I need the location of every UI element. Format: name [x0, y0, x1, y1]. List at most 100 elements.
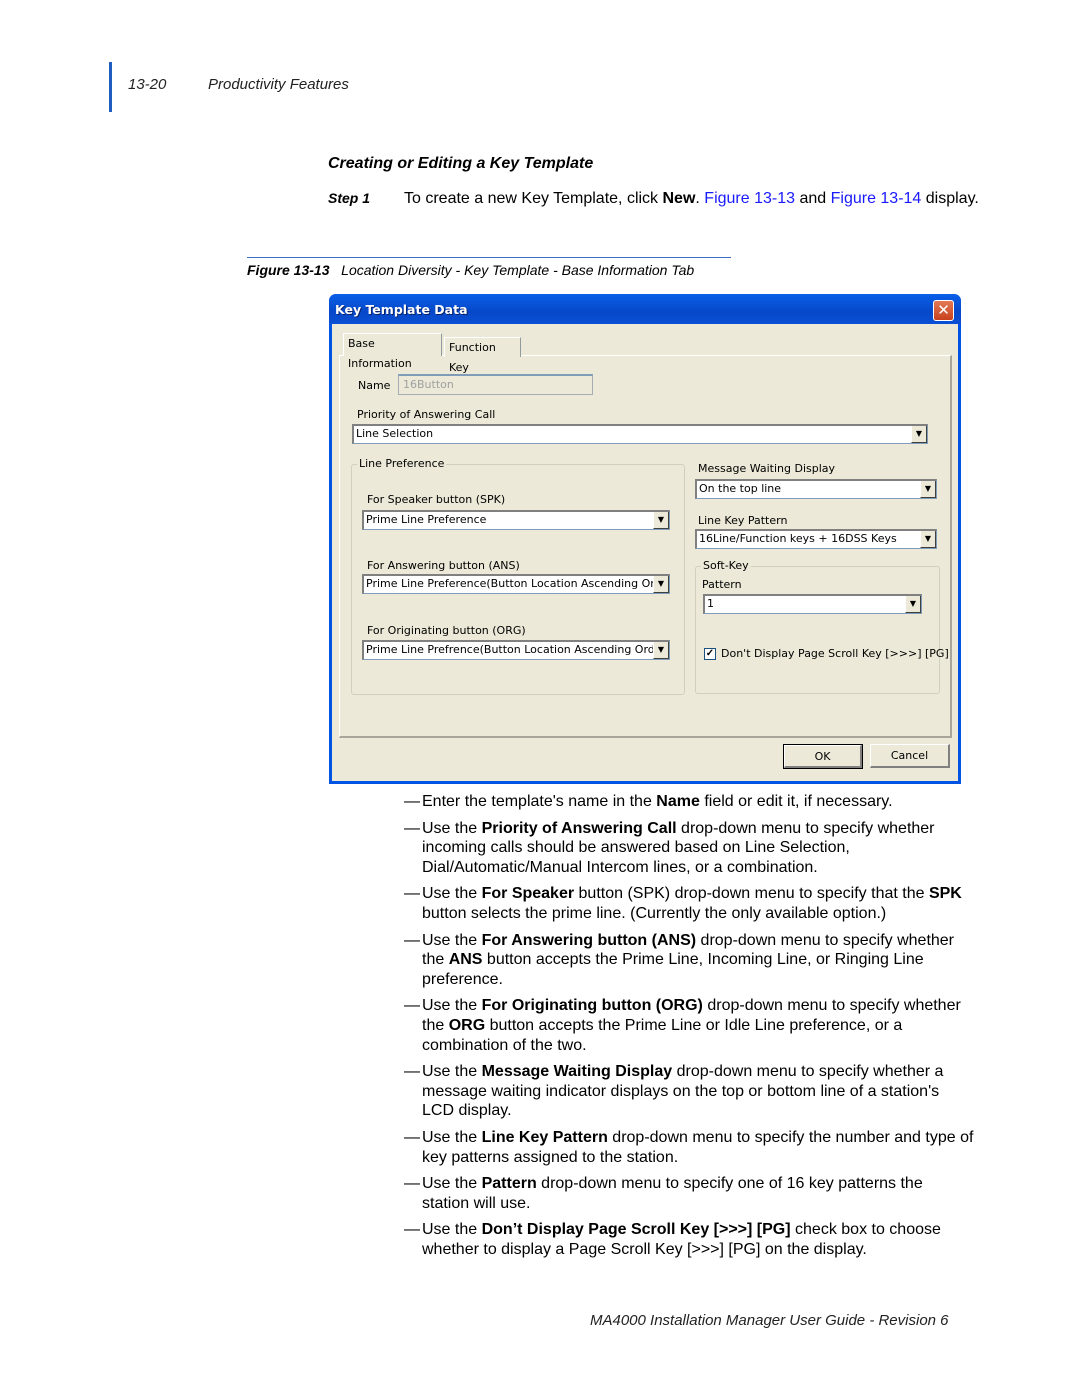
list-text: Enter the template's name in the	[422, 793, 657, 810]
spk-value: Prime Line Preference	[366, 513, 487, 526]
bold-term: ANS	[448, 951, 483, 969]
list-item: — Use the For Answering button (ANS) drop…	[404, 931, 974, 990]
list-text: Use the	[422, 1221, 482, 1239]
list-item: — Use the Don’t Display Page Scroll Key […	[404, 1220, 974, 1259]
line-preference-legend: Line Preference	[357, 457, 447, 470]
name-label: Name	[358, 379, 391, 392]
chevron-down-icon[interactable]: ▼	[653, 512, 669, 529]
dash-marker: —	[404, 819, 420, 837]
dash-marker: —	[404, 1221, 420, 1239]
chevron-down-icon[interactable]: ▼	[905, 596, 921, 613]
bold-term: Name	[656, 793, 700, 810]
dash-marker: —	[404, 997, 420, 1015]
list-text: button accepts the Prime Line, Incoming …	[422, 951, 924, 988]
key-template-dialog: Key Template Data ✕ Base Information Fun…	[329, 294, 961, 784]
step-text-part: To create a new Key Template, click	[404, 190, 663, 207]
line-key-pattern-dropdown[interactable]: 16Line/Function keys + 16DSS Keys ▼	[695, 529, 937, 549]
org-label: For Originating button (ORG)	[367, 624, 526, 637]
figure-caption: Figure 13-13 Location Diversity - Key Te…	[247, 262, 694, 278]
list-item: — Use the For Originating button (ORG) dr…	[404, 996, 974, 1055]
figure-rule	[247, 257, 731, 258]
priority-value: Line Selection	[356, 427, 434, 440]
chevron-down-icon[interactable]: ▼	[911, 426, 927, 443]
bold-term: For Originating button (ORG)	[481, 997, 703, 1015]
scroll-key-checkbox-label: Don't Display Page Scroll Key [>>>] [PG]	[721, 647, 949, 660]
list-text: button selects the prime line. (Currentl…	[422, 904, 887, 922]
dash-marker: —	[404, 793, 420, 810]
figure-label: Figure 13-13	[247, 262, 330, 278]
list-item: — Use the Pattern drop-down menu to speci…	[404, 1174, 974, 1213]
list-text: Use the	[422, 885, 482, 903]
list-text: Use the	[422, 931, 482, 949]
bold-term: For Answering button (ANS)	[481, 931, 697, 949]
page-number: 13-20	[128, 76, 167, 93]
scroll-key-checkbox[interactable]: ✓	[704, 648, 716, 660]
list-text: Use the	[422, 819, 482, 837]
instruction-list: — Enter the template's name in the Name f…	[404, 792, 974, 1266]
pattern-dropdown[interactable]: 1 ▼	[703, 594, 922, 614]
step-text: To create a new Key Template, click New.…	[404, 188, 979, 209]
step-label: Step 1	[328, 190, 371, 206]
ans-value: Prime Line Preference(Button Location As…	[366, 577, 670, 590]
spk-dropdown[interactable]: Prime Line Preference ▼	[362, 510, 670, 530]
footer-text: MA4000 Installation Manager User Guide -…	[590, 1312, 949, 1329]
line-key-pattern-label: Line Key Pattern	[698, 514, 788, 527]
bold-term: Pattern	[481, 1175, 537, 1193]
list-text: button accepts the Prime Line or Idle Li…	[422, 1016, 903, 1054]
tab-base-information[interactable]: Base Information	[343, 333, 442, 370]
list-item: — Use the Line Key Pattern drop-down menu…	[404, 1128, 974, 1167]
figure-13-13-link[interactable]: Figure 13-13	[704, 190, 795, 207]
margin-bar	[109, 62, 112, 112]
list-item: — Use the For Speaker button (SPK) drop-d…	[404, 884, 974, 923]
name-field[interactable]: 16Button	[398, 374, 593, 395]
pattern-label: Pattern	[702, 578, 742, 591]
step-text-part: .	[695, 190, 705, 207]
soft-key-legend: Soft-Key	[701, 559, 751, 572]
bold-term: For Speaker	[481, 885, 575, 903]
dash-marker: —	[404, 1063, 420, 1081]
message-waiting-dropdown[interactable]: On the top line ▼	[695, 479, 937, 499]
message-waiting-value: On the top line	[699, 482, 782, 495]
pattern-value: 1	[707, 597, 714, 610]
list-text: Use the	[422, 1175, 482, 1193]
ok-button[interactable]: OK	[783, 744, 863, 769]
line-key-pattern-value: 16Line/Function keys + 16DSS Keys	[699, 532, 897, 545]
figure-13-14-link[interactable]: Figure 13-14	[831, 190, 922, 207]
ans-dropdown[interactable]: Prime Line Preference(Button Location As…	[362, 574, 670, 594]
org-dropdown[interactable]: Prime Line Prefrence(Button Location Asc…	[362, 640, 670, 660]
dash-marker: —	[404, 1175, 420, 1193]
new-keyword: New	[662, 190, 696, 207]
chevron-down-icon[interactable]: ▼	[653, 642, 669, 659]
chapter-title: Productivity Features	[208, 76, 349, 93]
bold-term: ORG	[448, 1016, 486, 1034]
cancel-button[interactable]: Cancel	[870, 744, 950, 768]
dialog-body: Base Information Function Key Name 16But…	[332, 324, 958, 781]
list-text: Use the	[422, 997, 482, 1015]
dash-marker: —	[404, 1128, 420, 1146]
list-text: field or edit it, if necessary.	[699, 793, 893, 810]
dialog-title-bar[interactable]: Key Template Data ✕	[329, 294, 961, 324]
dash-marker: —	[404, 931, 420, 949]
spk-label: For Speaker button (SPK)	[367, 493, 506, 506]
chevron-down-icon[interactable]: ▼	[920, 531, 936, 548]
list-item: — Use the Priority of Answering Call drop…	[404, 819, 974, 878]
priority-dropdown[interactable]: Line Selection ▼	[352, 424, 928, 444]
list-text: button (SPK) drop-down menu to specify t…	[574, 885, 929, 903]
chevron-down-icon[interactable]: ▼	[653, 576, 669, 593]
ans-label: For Answering button (ANS)	[367, 559, 520, 572]
bold-term: SPK	[928, 885, 962, 903]
section-title: Creating or Editing a Key Template	[328, 155, 594, 172]
bold-term: Message Waiting Display	[481, 1063, 673, 1081]
close-icon[interactable]: ✕	[933, 300, 954, 321]
list-text: Use the	[422, 1063, 482, 1081]
bold-term: Don’t Display Page Scroll Key [>>>] [PG]	[481, 1221, 791, 1239]
org-value: Prime Line Prefrence(Button Location Asc…	[366, 643, 670, 656]
bold-term: Priority of Answering Call	[481, 819, 677, 837]
figure-caption-text: Location Diversity - Key Template - Base…	[341, 262, 695, 278]
dash-marker: —	[404, 885, 420, 903]
chevron-down-icon[interactable]: ▼	[920, 481, 936, 498]
step-text-part: display.	[921, 190, 979, 207]
dialog-title: Key Template Data	[335, 302, 468, 317]
message-waiting-label: Message Waiting Display	[698, 462, 836, 475]
tab-function-key[interactable]: Function Key	[444, 337, 521, 374]
